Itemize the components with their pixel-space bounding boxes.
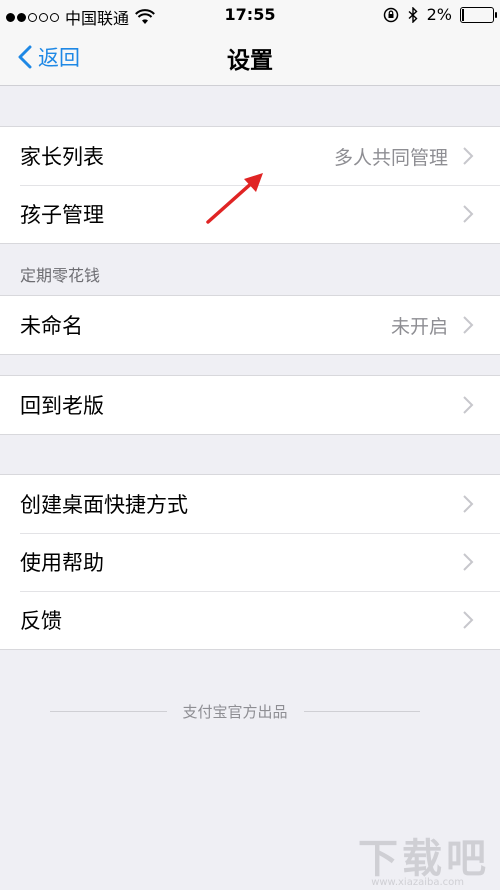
- battery-percent: 2%: [426, 5, 452, 24]
- chevron-right-icon: [463, 147, 474, 165]
- row-feedback[interactable]: 反馈: [0, 591, 500, 649]
- footer-text: 支付宝官方出品: [182, 702, 288, 721]
- watermark-url: www.xiazaiba.com: [371, 877, 464, 888]
- page-title: 设置: [227, 48, 273, 74]
- settings-group-old-version: 回到老版: [0, 375, 500, 435]
- footer-divider: [50, 710, 167, 712]
- chevron-right-icon: [463, 205, 474, 223]
- lock-rotation-icon: [383, 7, 398, 22]
- chevron-right-icon: [463, 495, 474, 513]
- chevron-right-icon: [463, 611, 474, 629]
- battery-level: [462, 8, 464, 21]
- status-bar: 中国联通 17:55 2%: [0, 0, 500, 30]
- settings-group-allowance: 未命名 未开启: [0, 295, 500, 355]
- row-label: 使用帮助: [20, 551, 104, 575]
- status-right: 2%: [383, 5, 497, 24]
- row-back-to-old-version[interactable]: 回到老版: [0, 376, 500, 434]
- row-label: 未命名: [20, 314, 83, 338]
- footer: 支付宝官方出品: [50, 701, 421, 721]
- row-label: 回到老版: [20, 394, 104, 418]
- row-label: 创建桌面快捷方式: [20, 493, 188, 517]
- watermark: 下载吧: [358, 836, 490, 882]
- row-label: 反馈: [20, 609, 62, 633]
- chevron-right-icon: [463, 316, 474, 334]
- bluetooth-icon: [408, 6, 418, 23]
- chevron-right-icon: [463, 553, 474, 571]
- row-value: 多人共同管理: [333, 146, 448, 169]
- footer-divider: [303, 710, 421, 712]
- row-create-shortcut[interactable]: 创建桌面快捷方式: [0, 475, 500, 533]
- battery-icon: [460, 6, 497, 23]
- row-help[interactable]: 使用帮助: [0, 533, 500, 591]
- chevron-right-icon: [463, 396, 474, 414]
- row-label: 家长列表: [20, 145, 104, 169]
- settings-group-misc: 创建桌面快捷方式 使用帮助 反馈: [0, 474, 500, 650]
- row-unnamed-allowance[interactable]: 未命名 未开启: [0, 296, 500, 354]
- row-value: 未开启: [390, 315, 448, 338]
- annotation-arrow: [206, 173, 263, 224]
- section-header-allowance: 定期零花钱: [20, 266, 101, 285]
- navigation-bar: 返回 设置: [0, 30, 500, 86]
